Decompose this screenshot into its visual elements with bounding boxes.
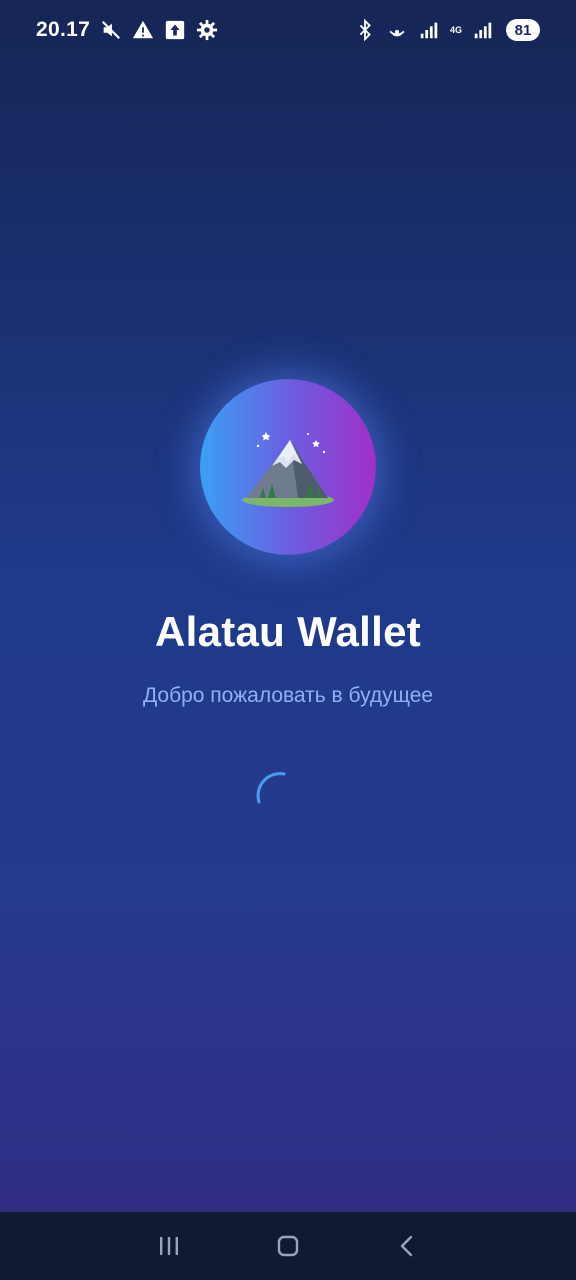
spinner-icon <box>256 772 286 804</box>
home-icon <box>277 1235 299 1257</box>
status-time: 20.17 <box>36 18 91 41</box>
recent-apps-icon <box>160 1237 179 1255</box>
recent-apps-button[interactable] <box>149 1226 189 1266</box>
mountain-icon <box>242 432 334 507</box>
app-subtitle: Добро пожаловать в будущее <box>142 684 434 707</box>
back-icon <box>400 1235 412 1257</box>
network-type: 4G <box>449 24 462 35</box>
status-right: 4G 81 <box>354 19 540 41</box>
app-logo <box>200 379 376 555</box>
signal-icon <box>418 19 440 41</box>
bluetooth-icon <box>354 19 376 41</box>
app-title: Alatau Wallet <box>154 608 422 655</box>
settings-icon <box>196 19 218 41</box>
mute-icon <box>100 19 122 41</box>
status-bar: 20.17 4G 81 <box>0 0 576 60</box>
navigation-bar <box>0 1212 576 1280</box>
hotspot-icon <box>386 19 408 41</box>
signal-icon <box>472 19 494 41</box>
back-button[interactable] <box>387 1226 427 1266</box>
battery-indicator: 81 <box>506 19 540 41</box>
status-left: 20.17 <box>36 18 218 42</box>
upload-icon <box>164 19 186 41</box>
home-button[interactable] <box>268 1226 308 1266</box>
warning-icon <box>132 19 154 41</box>
